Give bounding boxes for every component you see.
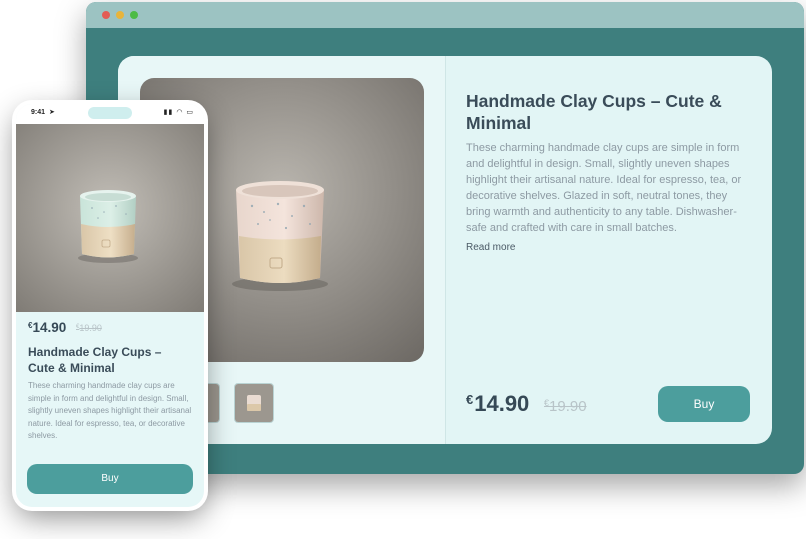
phone-buy-button[interactable]: Buy xyxy=(27,464,193,494)
browser-title-bar xyxy=(86,2,804,28)
old-price-value: 19.90 xyxy=(549,398,587,415)
phone-product-image[interactable] xyxy=(16,124,204,312)
product-title: Handmade Clay Cups – Cute & Minimal xyxy=(466,91,722,133)
signal-icon: ▮▮ xyxy=(163,109,174,116)
wifi-icon: ◠ xyxy=(176,109,184,116)
phone-product-title: Handmade Clay Cups – Cute & Minimal xyxy=(28,345,162,375)
maximize-window-button[interactable] xyxy=(130,11,138,19)
status-time: 9:41 xyxy=(31,109,46,116)
price-value: 14.90 xyxy=(32,320,67,335)
card-divider xyxy=(445,56,446,444)
battery-icon: ▭ xyxy=(186,109,194,116)
phone-product-price: €14.90 xyxy=(28,320,66,335)
buy-button[interactable]: Buy xyxy=(658,386,750,422)
product-old-price: €19.90 xyxy=(544,398,587,415)
product-price: €14.90 xyxy=(466,391,529,417)
minimize-window-button[interactable] xyxy=(116,11,124,19)
phone-status-bar: 9:41 ➤ ▮▮ ◠ ▭ xyxy=(16,104,204,124)
phone-product-old-price: €19.90 xyxy=(76,323,102,333)
read-more-link[interactable]: Read more xyxy=(466,242,515,253)
currency-symbol: € xyxy=(466,392,474,407)
product-description: These charming handmade clay cups are si… xyxy=(466,142,742,234)
product-thumbnail-2[interactable] xyxy=(234,383,274,423)
price-value: 14.90 xyxy=(474,391,530,416)
phone-mockup: 9:41 ➤ ▮▮ ◠ ▭ €14.90 €19.90 Handmade Cla… xyxy=(16,104,204,507)
product-card: Handmade Clay Cups – Cute & Minimal Thes… xyxy=(118,56,772,444)
status-icons: ▮▮ ◠ ▭ xyxy=(164,108,194,116)
phone-product-description: These charming handmade clay cups are si… xyxy=(28,381,192,440)
dynamic-island xyxy=(88,107,132,119)
old-price-value: 19.90 xyxy=(79,323,102,333)
close-window-button[interactable] xyxy=(102,11,110,19)
location-arrow-icon: ➤ xyxy=(49,109,55,116)
